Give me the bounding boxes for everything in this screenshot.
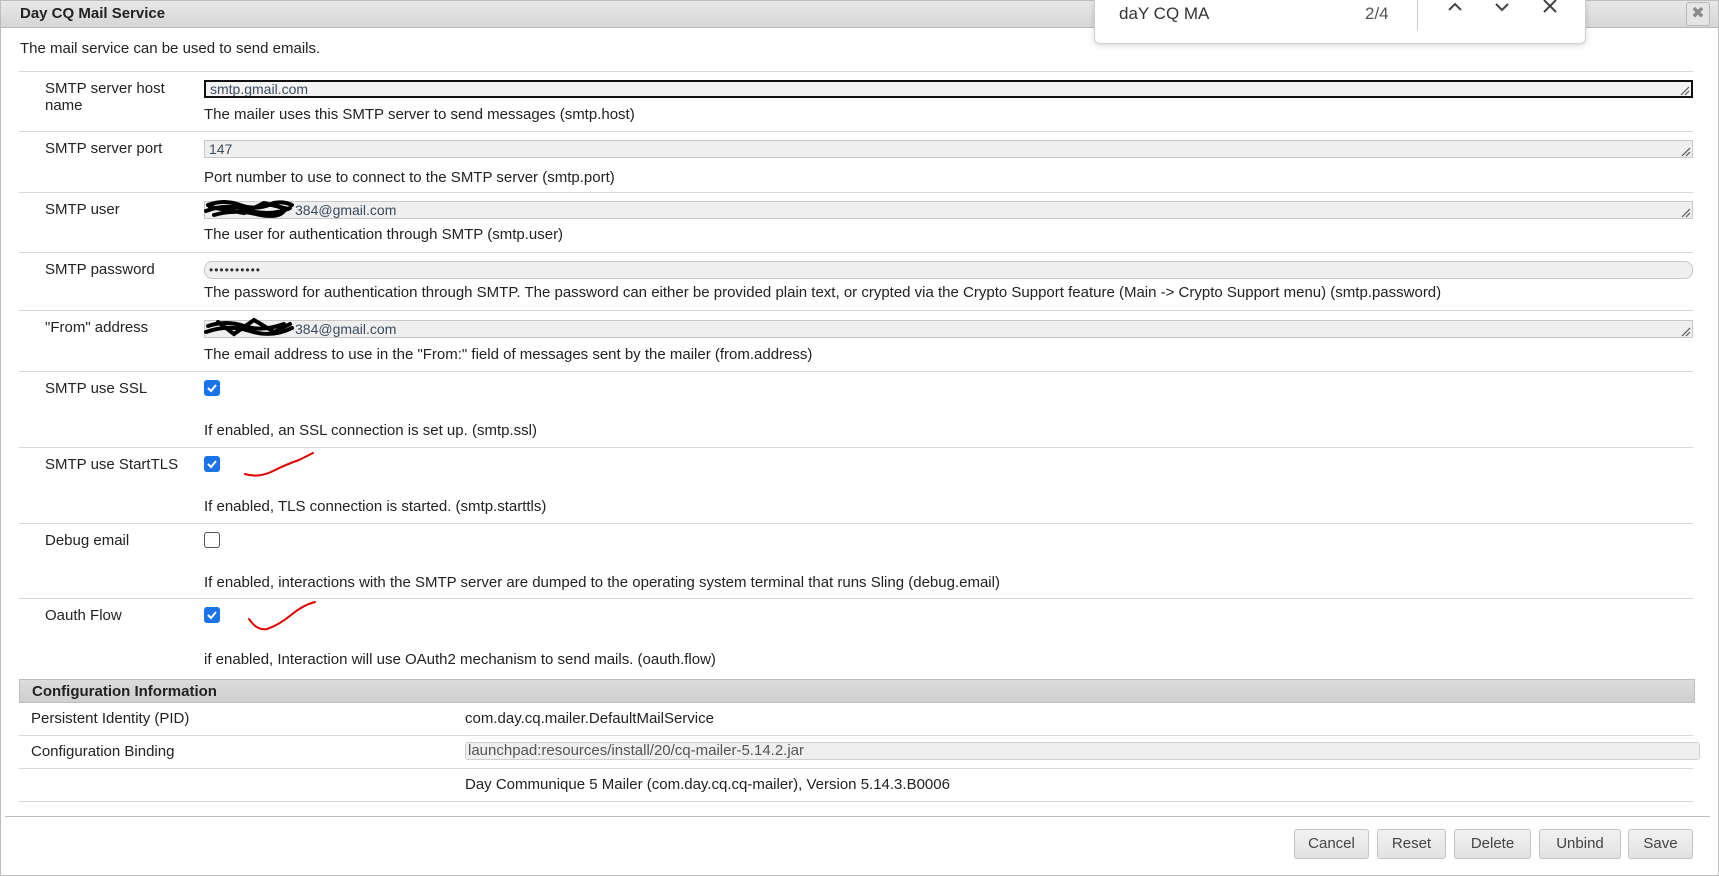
field-help: if enabled, Interaction will use OAuth2 … [204,651,716,668]
smtp-port-input[interactable]: 147 [204,140,1693,158]
field-row-smtp-ssl: SMTP use SSL If enabled, an SSL connecti… [19,371,1693,446]
find-separator [1417,0,1418,30]
config-row-pid: Persistent Identity (PID) com.day.cq.mai… [19,703,1693,736]
checkmark-icon [207,611,217,620]
field-help: Port number to use to connect to the SMT… [204,169,615,186]
field-row-smtp-password: SMTP password •••••••••• The password fo… [19,252,1693,309]
field-row-from-address: "From" address 384@gmail.com The email a… [19,310,1693,371]
smtp-ssl-checkbox[interactable] [204,380,220,396]
smtp-password-input[interactable]: •••••••••• [204,261,1693,279]
field-help: If enabled, an SSL connection is set up.… [204,422,537,439]
reset-button[interactable]: Reset [1377,829,1446,859]
checkmark-icon [207,460,217,469]
config-info-header: Configuration Information [19,679,1695,703]
field-row-debug-email: Debug email If enabled, interactions wit… [19,523,1693,598]
field-help: If enabled, interactions with the SMTP s… [204,574,1000,591]
smtp-user-input[interactable]: 384@gmail.com [204,201,1693,219]
field-row-smtp-starttls: SMTP use StartTLS If enabled, TLS connec… [19,447,1693,522]
from-address-input[interactable]: 384@gmail.com [204,320,1693,338]
field-help: The email address to use in the "From:" … [204,346,813,363]
config-row-bundle: Day Communique 5 Mailer (com.day.cq.cq-m… [19,769,1693,802]
smtp-starttls-checkbox[interactable] [204,456,220,472]
oauth-flow-checkbox[interactable] [204,607,220,623]
annotation-tick-mark [244,452,314,477]
field-label: Debug email [45,532,130,549]
field-label: SMTP user [45,201,120,218]
field-help: The user for authentication through SMTP… [204,226,564,243]
dialog-title: Day CQ Mail Service [20,5,166,22]
annotation-tick-mark [248,601,316,631]
field-label: Oauth Flow [45,607,122,624]
field-row-smtp-host: SMTP server host name smtp.gmail.com The… [19,71,1693,130]
field-label: "From" address [45,319,149,336]
checkmark-icon [207,384,217,393]
resize-grip-icon[interactable] [1680,207,1691,218]
field-row-oauth-flow: Oauth Flow if enabled, Interaction will … [19,598,1693,675]
footer-divider [5,816,1710,817]
field-row-smtp-user: SMTP user 384@gmail.com The user for aut… [19,192,1693,251]
pid-value: com.day.cq.mailer.DefaultMailService [465,710,714,727]
dialog-description: The mail service can be used to send ema… [20,40,321,57]
cancel-button[interactable]: Cancel [1294,829,1369,859]
resize-grip-icon[interactable] [1679,85,1690,96]
section-heading: Configuration Information [32,683,217,700]
input-value: 384@gmail.com [295,321,397,337]
binding-field[interactable]: launchpad:resources/install/20/cq-mailer… [465,742,1700,760]
input-value: 384@gmail.com [295,202,397,218]
smtp-host-input[interactable]: smtp.gmail.com [204,80,1693,98]
dialog-close-button[interactable]: ✖ [1686,2,1710,26]
field-label: SMTP server port [45,140,163,157]
resize-grip-icon[interactable] [1680,326,1691,337]
find-in-page-bar: daY CQ MA 2/4 [1094,0,1586,44]
field-row-smtp-port: SMTP server port 147 Port number to use … [19,131,1693,190]
mail-service-dialog: Day CQ Mail Service ✖ The mail service c… [0,0,1719,876]
binding-label: Configuration Binding [31,743,175,760]
bundle-info: Day Communique 5 Mailer (com.day.cq.cq-m… [465,776,950,793]
pid-label: Persistent Identity (PID) [31,710,190,727]
input-value: smtp.gmail.com [210,81,309,97]
field-help: The mailer uses this SMTP server to send… [204,106,635,123]
chevron-up-icon[interactable] [1443,0,1467,22]
field-label: SMTP use SSL [45,380,148,397]
field-label: SMTP password [45,261,155,278]
field-help: The password for authentication through … [204,284,1442,301]
redaction-scribble [204,317,294,337]
resize-grip-icon[interactable] [1680,146,1691,157]
field-label: SMTP use StartTLS [45,456,179,473]
find-query-input[interactable]: daY CQ MA [1119,4,1209,24]
config-row-binding: Configuration Binding launchpad:resource… [19,736,1700,769]
input-value: 147 [209,141,233,157]
debug-email-checkbox[interactable] [204,532,220,548]
unbind-button[interactable]: Unbind [1539,829,1621,859]
input-value: •••••••••• [209,263,262,277]
delete-button[interactable]: Delete [1454,829,1531,859]
field-help: If enabled, TLS connection is started. (… [204,498,547,515]
close-icon[interactable] [1538,0,1562,22]
find-match-count: 2/4 [1365,4,1389,23]
save-button[interactable]: Save [1628,829,1693,859]
redaction-scribble [204,200,294,218]
chevron-down-icon[interactable] [1490,0,1514,22]
field-label: SMTP server host name [45,80,165,114]
